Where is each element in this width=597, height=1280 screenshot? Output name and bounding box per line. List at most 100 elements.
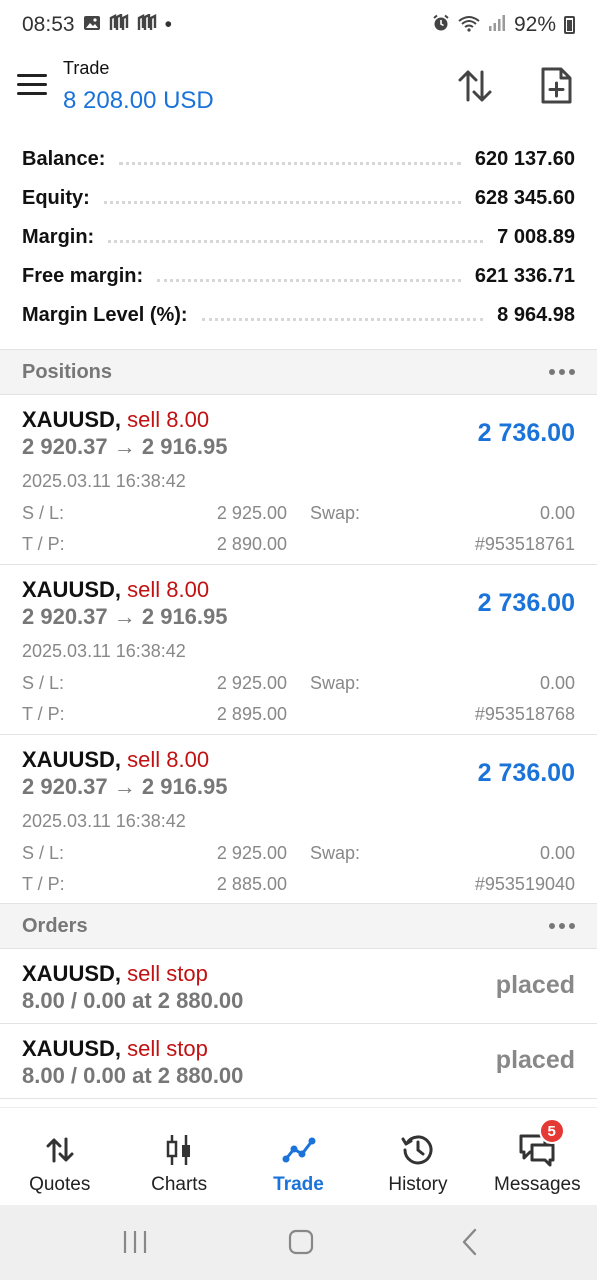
position-time: 2025.03.11 16:38:42 — [22, 641, 186, 661]
position-time: 2025.03.11 16:38:42 — [22, 471, 186, 491]
sl-value: 2 925.00 — [216, 673, 287, 693]
status-dot: • — [164, 13, 172, 36]
summary-row-margin-level: Margin Level (%): 8 964.98 — [22, 304, 575, 326]
recent-apps-button[interactable] — [120, 1227, 150, 1257]
status-time: 08:53 — [22, 13, 75, 36]
ticket-number: #953518768 — [474, 704, 575, 724]
summary-row-margin: Margin: 7 008.89 — [22, 226, 575, 248]
home-icon — [288, 1229, 314, 1255]
order-item[interactable]: XAUUSD, sell stop 8.00 / 0.00 at 2 880.0… — [0, 1024, 597, 1099]
trade-icon — [282, 1132, 316, 1168]
position-item[interactable]: XAUUSD, sell 8.00 2 920.37 → 2 916.95 2 … — [0, 565, 597, 735]
signal-icon — [488, 14, 506, 37]
position-profit: 2 736.00 — [477, 759, 575, 787]
position-symbol: XAUUSD, — [22, 577, 122, 602]
tp-value: 2 895.00 — [216, 704, 287, 724]
positions-title: Positions — [22, 360, 113, 383]
history-icon — [401, 1132, 435, 1168]
more-icon[interactable] — [549, 369, 575, 375]
charts-icon — [165, 1132, 193, 1168]
account-profit: 8 208.00 USD — [63, 87, 214, 114]
status-bar: 08:53 • 92% — [0, 0, 597, 50]
nav-quotes-label: Quotes — [29, 1174, 91, 1195]
nav-messages[interactable]: Messages 5 — [478, 1108, 597, 1205]
recent-apps-icon — [123, 1231, 147, 1253]
swap-value: 0.00 — [539, 843, 575, 863]
position-prices: 2 920.37 → 2 916.95 — [22, 774, 228, 799]
sl-value: 2 925.00 — [216, 503, 287, 523]
order-type: sell stop — [127, 1036, 208, 1061]
messages-badge: 5 — [538, 1118, 565, 1144]
order-symbol: XAUUSD, — [22, 1036, 122, 1061]
new-order-button[interactable] — [534, 64, 578, 108]
alarm-icon — [432, 14, 450, 37]
position-item[interactable]: XAUUSD, sell 8.00 2 920.37 → 2 916.95 2 … — [0, 735, 597, 905]
battery-percent: 92% — [513, 13, 556, 36]
tp-label: T / P: — [22, 704, 65, 724]
system-navigation-bar — [0, 1205, 597, 1280]
position-profit: 2 736.00 — [477, 419, 575, 447]
nav-messages-label: Messages — [494, 1174, 581, 1195]
order-symbol: XAUUSD, — [22, 961, 122, 986]
tp-label: T / P: — [22, 874, 65, 894]
bottom-navigation: Quotes Charts Trade History Messages 5 — [0, 1107, 597, 1205]
ticket-number: #953518761 — [474, 534, 575, 554]
position-prices: 2 920.37 → 2 916.95 — [22, 434, 228, 459]
swap-label: Swap: — [310, 503, 361, 523]
new-document-icon — [541, 67, 572, 104]
nav-history-label: History — [388, 1174, 448, 1195]
positions-section-header: Positions — [0, 349, 597, 395]
back-button[interactable] — [455, 1227, 485, 1257]
mt-notification-icon — [137, 12, 157, 37]
quotes-icon — [45, 1132, 75, 1168]
position-prices: 2 920.37 → 2 916.95 — [22, 604, 228, 629]
nav-history[interactable]: History — [358, 1108, 477, 1205]
order-type: sell stop — [127, 961, 208, 986]
orders-title: Orders — [22, 914, 88, 937]
summary-row-free-margin: Free margin: 621 336.71 — [22, 265, 575, 287]
order-state: placed — [495, 971, 575, 999]
sort-button[interactable] — [453, 64, 497, 108]
position-profit: 2 736.00 — [477, 589, 575, 617]
tp-value: 2 885.00 — [216, 874, 287, 894]
tp-label: T / P: — [22, 534, 65, 554]
swap-label: Swap: — [310, 673, 361, 693]
nav-charts[interactable]: Charts — [119, 1108, 238, 1205]
position-symbol: XAUUSD, — [22, 407, 122, 432]
nav-quotes[interactable]: Quotes — [0, 1108, 119, 1205]
nav-charts-label: Charts — [151, 1174, 208, 1195]
mt-notification-icon — [109, 12, 129, 37]
nav-trade-label: Trade — [273, 1174, 324, 1195]
menu-icon[interactable] — [17, 74, 47, 96]
nav-trade[interactable]: Trade — [239, 1108, 358, 1205]
tp-value: 2 890.00 — [216, 534, 287, 554]
order-item[interactable]: XAUUSD, sell stop 8.00 / 0.00 at 2 880.0… — [0, 949, 597, 1024]
battery-icon — [564, 16, 575, 34]
more-icon[interactable] — [549, 923, 575, 929]
order-state: placed — [495, 1046, 575, 1074]
gallery-notification-icon — [83, 14, 101, 37]
summary-row-equity: Equity: 628 345.60 — [22, 187, 575, 209]
summary-row-balance: Balance: 620 137.60 — [22, 148, 575, 170]
sl-value: 2 925.00 — [216, 843, 287, 863]
position-item[interactable]: XAUUSD, sell 8.00 2 920.37 → 2 916.95 2 … — [0, 395, 597, 565]
swap-value: 0.00 — [539, 503, 575, 523]
wifi-icon — [458, 14, 480, 37]
order-description: 8.00 / 0.00 at 2 880.00 — [22, 1063, 244, 1088]
position-side: sell 8.00 — [127, 577, 210, 602]
sl-label: S / L: — [22, 503, 65, 523]
sl-label: S / L: — [22, 843, 65, 863]
account-summary: Balance: 620 137.60 Equity: 628 345.60 Mar… — [0, 140, 597, 335]
orders-section-header: Orders — [0, 903, 597, 949]
sort-arrows-icon — [458, 70, 492, 102]
sl-label: S / L: — [22, 673, 65, 693]
position-side: sell 8.00 — [127, 407, 210, 432]
page-title: Trade — [63, 58, 110, 78]
position-time: 2025.03.11 16:38:42 — [22, 811, 186, 831]
back-icon — [462, 1228, 477, 1256]
home-button[interactable] — [286, 1227, 316, 1257]
ticket-number: #953519040 — [474, 874, 575, 894]
position-symbol: XAUUSD, — [22, 747, 122, 772]
position-side: sell 8.00 — [127, 747, 210, 772]
order-description: 8.00 / 0.00 at 2 880.00 — [22, 988, 244, 1013]
